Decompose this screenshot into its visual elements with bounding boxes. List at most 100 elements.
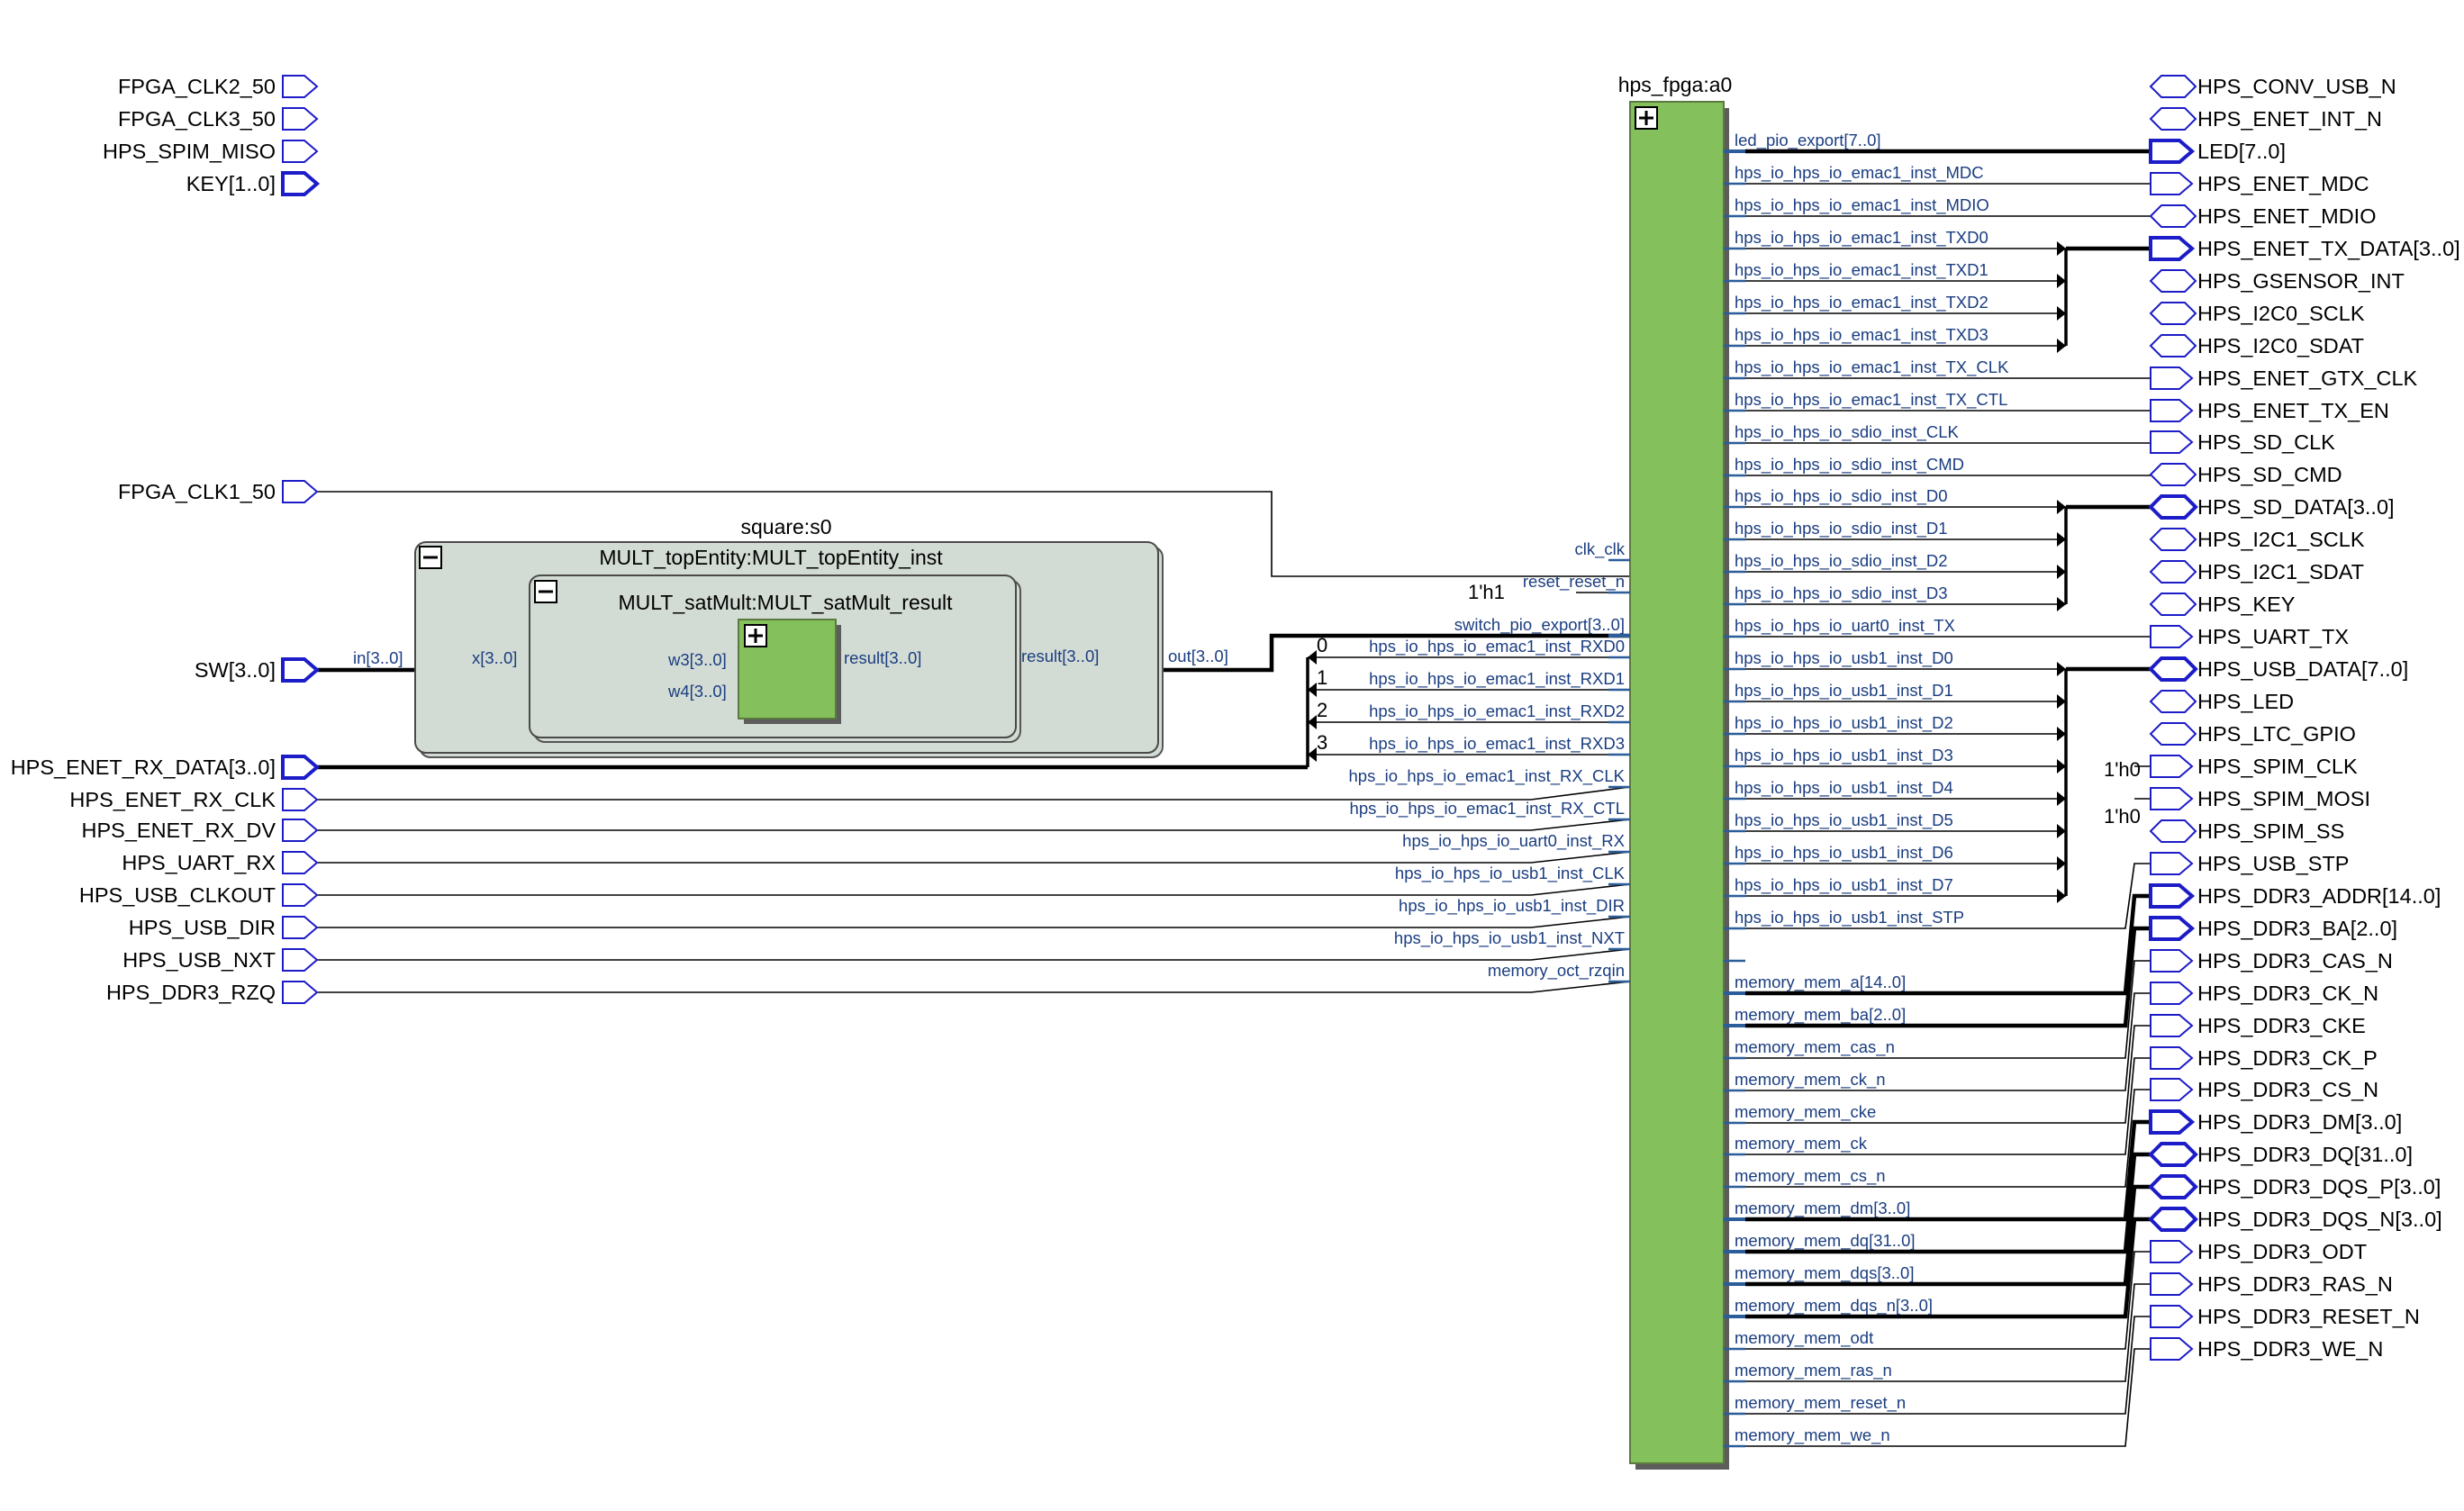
input-port-icon[interactable]	[281, 755, 321, 780]
input-port-icon[interactable]	[281, 657, 321, 683]
collapse-icon[interactable]	[419, 546, 442, 569]
input-port-label: HPS_ENET_RX_DV	[82, 819, 276, 842]
output-port-icon[interactable]	[2149, 139, 2196, 164]
output-port-label: HPS_USB_DATA[7..0]	[2197, 657, 2408, 681]
bidir-port-icon[interactable]	[2149, 722, 2197, 746]
hps-input-pin: hps_io_hps_io_uart0_inst_RX	[1402, 831, 1625, 851]
schematic-canvas: 0 1 2 3 square:s0 MULT_topEntity:MULT_topEn…	[0, 0, 2464, 1511]
output-port-icon[interactable]	[2150, 172, 2194, 195]
expand-icon[interactable]	[1635, 106, 1658, 130]
mult-satmult-title: MULT_satMult:MULT_satMult_result	[618, 591, 953, 614]
bidir-port-icon[interactable]	[2149, 593, 2197, 616]
input-port-icon[interactable]	[282, 788, 319, 811]
bidir-port-icon[interactable]	[2149, 75, 2197, 98]
input-port-icon[interactable]	[282, 75, 319, 98]
output-port-icon[interactable]	[2150, 1272, 2194, 1296]
hps-output-pin: hps_io_hps_io_emac1_inst_TX_CTL	[1735, 390, 2007, 410]
bidir-port-icon[interactable]	[2149, 302, 2197, 325]
input-port-icon[interactable]	[282, 480, 319, 503]
hps-output-pin: memory_mem_reset_n	[1735, 1393, 1906, 1413]
input-port-icon[interactable]	[281, 171, 321, 196]
hps-input-pin: hps_io_hps_io_emac1_inst_RXD2	[1369, 701, 1625, 721]
output-port-label: HPS_LED	[2197, 690, 2294, 713]
bidir-port-icon[interactable]	[2149, 528, 2197, 551]
hps-input-pin: hps_io_hps_io_usb1_inst_NXT	[1394, 928, 1625, 948]
collapse-icon[interactable]	[534, 580, 557, 603]
output-port-label: HPS_DDR3_DQ[31..0]	[2197, 1143, 2413, 1166]
output-port-label: HPS_SD_CLK	[2197, 430, 2335, 454]
output-port-label: HPS_KEY	[2197, 593, 2296, 616]
hps-output-pin: memory_mem_dqs_n[3..0]	[1735, 1296, 1933, 1316]
bidir-port-icon[interactable]	[2149, 269, 2197, 293]
output-port-label: HPS_I2C0_SDAT	[2197, 334, 2364, 357]
reset-constant: 1'h1	[1468, 581, 1505, 603]
input-port-icon[interactable]	[282, 107, 319, 131]
output-port-label: LED[7..0]	[2197, 140, 2286, 163]
wire	[1530, 948, 1631, 961]
bidir-port-icon[interactable]	[2148, 1142, 2198, 1167]
input-port-label: HPS_ENET_RX_CLK	[69, 788, 276, 811]
hps-output-pin: hps_io_hps_io_usb1_inst_D7	[1735, 875, 1953, 895]
output-port-icon[interactable]	[2150, 1014, 2194, 1037]
hps-input-pin: hps_io_hps_io_usb1_inst_DIR	[1399, 896, 1625, 916]
square-out-label: out[3..0]	[1168, 647, 1228, 665]
input-port-icon[interactable]	[282, 916, 319, 939]
output-port-icon[interactable]	[2150, 1240, 2194, 1263]
hps-output-pin: hps_io_hps_io_usb1_inst_D2	[1735, 713, 1953, 733]
output-port-icon[interactable]	[2150, 982, 2194, 1005]
hps-title: hps_fpga:a0	[1618, 73, 1733, 96]
output-port-icon[interactable]	[2150, 787, 2194, 810]
hps-output-pin: hps_io_hps_io_sdio_inst_D2	[1735, 551, 1948, 571]
hps-output-pin: memory_mem_dm[3..0]	[1735, 1199, 1910, 1218]
mult-top-entity-title: MULT_topEntity:MULT_topEntity_inst	[599, 546, 943, 569]
input-port-icon[interactable]	[282, 140, 319, 163]
output-port-icon[interactable]	[2150, 1305, 2194, 1328]
input-port-icon[interactable]	[282, 851, 319, 874]
input-port-label: HPS_UART_RX	[122, 851, 276, 874]
output-port-label: HPS_ENET_MDIO	[2197, 204, 2377, 228]
output-port-icon[interactable]	[2150, 399, 2194, 422]
bidir-port-icon[interactable]	[2148, 1174, 2198, 1199]
hps-output-pin: memory_mem_dq[31..0]	[1735, 1231, 1916, 1251]
output-port-icon[interactable]	[2149, 916, 2196, 941]
bidir-port-icon[interactable]	[2148, 494, 2198, 520]
bidir-port-icon[interactable]	[2149, 107, 2197, 131]
bidir-port-icon[interactable]	[2149, 463, 2197, 486]
hps-output-pin: hps_io_hps_io_sdio_inst_CMD	[1735, 455, 1964, 475]
output-port-icon[interactable]	[2150, 366, 2194, 390]
output-port-label: HPS_SPIM_CLK	[2197, 755, 2358, 778]
bidir-port-icon[interactable]	[2149, 560, 2197, 584]
ports-layer: FPGA_CLK2_50 FPGA_CLK3_50 HPS_SPIM_MISO KEY…	[11, 75, 2460, 1361]
bidir-port-icon[interactable]	[2149, 819, 2197, 843]
output-port-icon[interactable]	[2149, 1109, 2196, 1135]
satmult-result-label: result[3..0]	[844, 648, 921, 667]
output-port-label: HPS_DDR3_BA[2..0]	[2197, 917, 2397, 940]
output-port-icon[interactable]	[2150, 625, 2194, 648]
wire	[1530, 981, 1631, 993]
bidir-port-icon[interactable]	[2149, 204, 2197, 228]
satmult-w3-label: w3[3..0]	[667, 650, 727, 669]
output-port-icon[interactable]	[2150, 1046, 2194, 1070]
output-port-icon[interactable]	[2150, 430, 2194, 454]
input-port-icon[interactable]	[282, 883, 319, 907]
output-port-label: HPS_CONV_USB_N	[2197, 75, 2396, 98]
output-port-icon[interactable]	[2150, 1078, 2194, 1101]
bidir-port-icon[interactable]	[2148, 656, 2198, 682]
output-port-label: HPS_SD_DATA[3..0]	[2197, 495, 2395, 519]
output-port-label: HPS_ENET_TX_DATA[3..0]	[2197, 237, 2460, 260]
output-port-icon[interactable]	[2150, 852, 2194, 875]
hps-output-pin: hps_io_hps_io_usb1_inst_STP	[1735, 908, 1964, 927]
output-port-icon[interactable]	[2150, 1337, 2194, 1361]
input-port-icon[interactable]	[282, 819, 319, 842]
input-port-icon[interactable]	[282, 981, 319, 1004]
output-port-icon[interactable]	[2150, 755, 2194, 778]
hps-fpga-block[interactable]	[1629, 101, 1725, 1464]
bidir-port-icon[interactable]	[2148, 1207, 2198, 1232]
output-port-icon[interactable]	[2149, 883, 2196, 909]
expand-icon[interactable]	[744, 624, 767, 647]
output-port-icon[interactable]	[2150, 949, 2194, 973]
bidir-port-icon[interactable]	[2149, 690, 2197, 713]
output-port-icon[interactable]	[2149, 236, 2196, 261]
input-port-icon[interactable]	[282, 948, 319, 972]
bidir-port-icon[interactable]	[2149, 334, 2197, 357]
